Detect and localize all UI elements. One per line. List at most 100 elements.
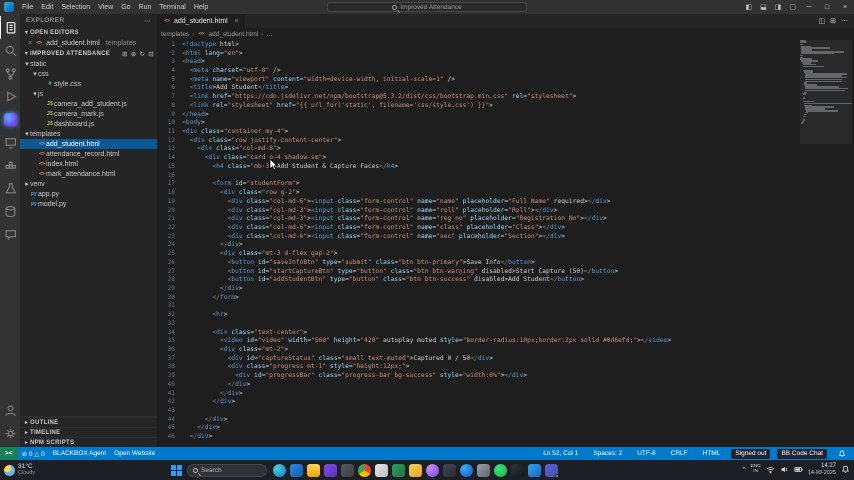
split-editor-icon[interactable]: ◫ bbox=[819, 17, 826, 25]
minimap-slider[interactable] bbox=[800, 40, 852, 144]
taskbar-app-calculator[interactable] bbox=[375, 464, 388, 477]
status-encoding[interactable]: UTF-8 bbox=[633, 447, 659, 460]
new-folder-icon[interactable]: ⊕ bbox=[131, 50, 137, 58]
collapse-all-icon[interactable]: ⊟ bbox=[148, 50, 154, 58]
toggle-secondary-sidebar-icon[interactable]: ◨ bbox=[771, 3, 786, 11]
new-file-icon[interactable]: ⊞ bbox=[122, 50, 128, 58]
taskbar-app-vscode[interactable] bbox=[528, 464, 541, 477]
menu-terminal[interactable]: Terminal bbox=[155, 4, 189, 11]
section-npm-scripts[interactable]: ▸NPM SCRIPTS bbox=[20, 437, 157, 447]
activity-docker[interactable] bbox=[0, 154, 20, 177]
taskbar-app-chrome[interactable] bbox=[358, 464, 371, 477]
menu-file[interactable]: File bbox=[18, 4, 37, 11]
taskbar-app-office-files[interactable] bbox=[409, 464, 422, 477]
tab-add-student-html[interactable]: <> add_student.html × bbox=[157, 14, 246, 28]
activity-settings[interactable] bbox=[0, 422, 20, 445]
code-editor[interactable]: 1<!doctype html>2<html lang="en">3<head>… bbox=[157, 40, 796, 447]
taskbar-app-file-explorer[interactable] bbox=[307, 464, 320, 477]
taskbar-app-snipping-tool[interactable] bbox=[443, 464, 456, 477]
battery-icon[interactable] bbox=[794, 465, 803, 474]
more-actions-icon[interactable]: ⋯ bbox=[841, 17, 848, 25]
breadcrumb-folder[interactable]: templates bbox=[161, 31, 189, 38]
status-bb-code-chat[interactable]: BB Code Chat bbox=[777, 449, 827, 459]
tree-item-index-html[interactable]: <>index.html bbox=[20, 159, 157, 169]
open-editor-item[interactable]: ×<>add_student.htmltemplates bbox=[20, 38, 157, 48]
activity-run-debug[interactable] bbox=[0, 85, 20, 108]
status-signed-out[interactable]: Signed out bbox=[731, 449, 770, 459]
taskbar-app-photos[interactable] bbox=[477, 464, 490, 477]
project-section[interactable]: ▾ IMPROVED ATTENDANCE ⊞⊕↻⊟ bbox=[20, 48, 157, 59]
tree-item-camera_mark-js[interactable]: JScamera_mark.js bbox=[20, 109, 157, 119]
activity-source-control[interactable] bbox=[0, 62, 20, 85]
menu-go[interactable]: Go bbox=[117, 4, 134, 11]
status-indentation[interactable]: Spaces: 2 bbox=[589, 447, 626, 460]
minimize-button[interactable]: ─ bbox=[800, 0, 818, 14]
tree-item-camera_add_student-js[interactable]: JScamera_add_student.js bbox=[20, 99, 157, 109]
tree-item-model-py[interactable]: pymodel.py bbox=[20, 199, 157, 209]
section-outline[interactable]: ▸OUTLINE bbox=[20, 417, 157, 427]
activity-chat[interactable] bbox=[0, 223, 20, 246]
open-preview-icon[interactable]: ⊞ bbox=[830, 17, 836, 25]
toggle-panel-icon[interactable]: ⬓ bbox=[756, 3, 771, 11]
tree-item-mark_attendance-html[interactable]: <>mark_attendance.html bbox=[20, 169, 157, 179]
taskbar-search[interactable]: Search bbox=[187, 464, 267, 477]
menu-edit[interactable]: Edit bbox=[37, 4, 57, 11]
status-cursor-position[interactable]: Ln 52, Col 1 bbox=[539, 447, 582, 460]
menu-run[interactable]: Run bbox=[135, 4, 156, 11]
language-switcher[interactable]: ENG IN bbox=[750, 465, 760, 475]
volume-icon[interactable] bbox=[780, 465, 789, 474]
activity-search[interactable] bbox=[0, 39, 20, 62]
taskbar-app-outlook[interactable] bbox=[290, 464, 303, 477]
maximize-button[interactable]: □ bbox=[818, 0, 836, 14]
activity-account[interactable] bbox=[0, 399, 20, 422]
refresh-icon[interactable]: ↻ bbox=[140, 50, 146, 58]
activity-remote-explorer[interactable] bbox=[0, 131, 20, 154]
tree-item-add_student-html[interactable]: <>add_student.html bbox=[20, 139, 157, 149]
tree-item-app-py[interactable]: pyapp.py bbox=[20, 189, 157, 199]
taskbar-app-copilot-app[interactable] bbox=[426, 464, 439, 477]
taskbar-app-terminal[interactable] bbox=[511, 464, 524, 477]
activity-testing[interactable] bbox=[0, 177, 20, 200]
activity-explorer[interactable] bbox=[0, 16, 20, 39]
taskbar-app-settings[interactable] bbox=[341, 464, 354, 477]
close-button[interactable]: × bbox=[836, 0, 854, 14]
wifi-icon[interactable] bbox=[766, 465, 775, 474]
minimap[interactable] bbox=[800, 40, 852, 447]
breadcrumb[interactable]: templates › <> add_student.html › … bbox=[157, 28, 854, 40]
breadcrumb-more[interactable]: … bbox=[266, 31, 273, 38]
start-button[interactable] bbox=[170, 464, 183, 477]
explorer-more-actions-icon[interactable]: ⋯ bbox=[144, 17, 151, 25]
taskbar-app-teams[interactable] bbox=[545, 464, 558, 477]
menu-selection[interactable]: Selection bbox=[57, 4, 94, 11]
menu-view[interactable]: View bbox=[94, 4, 117, 11]
close-icon[interactable]: × bbox=[28, 40, 32, 47]
toggle-sidebar-icon[interactable]: ◧ bbox=[742, 3, 757, 11]
weather-widget[interactable]: 31°C Cloudy bbox=[0, 464, 170, 476]
taskbar-app-edge[interactable] bbox=[460, 464, 473, 477]
status-problems[interactable]: ⊘ 0 △ 0 bbox=[18, 447, 49, 460]
status-remote-indicator[interactable]: >< bbox=[0, 447, 18, 460]
tray-overflow-icon[interactable]: ^ bbox=[743, 467, 746, 473]
menu-help[interactable]: Help bbox=[190, 4, 212, 11]
section-timeline[interactable]: ▸TIMELINE bbox=[20, 427, 157, 437]
tree-item-venv[interactable]: ▸venv bbox=[20, 179, 157, 189]
tree-item-static[interactable]: ▾static bbox=[20, 59, 157, 69]
tree-item-style-css[interactable]: #style.css bbox=[20, 79, 157, 89]
open-editors-section[interactable]: ▾ OPEN EDITORS bbox=[20, 27, 157, 38]
tab-close-icon[interactable]: × bbox=[235, 18, 239, 25]
tree-item-dashboard-js[interactable]: JSdashboard.js bbox=[20, 119, 157, 129]
status-blackbox[interactable]: BLACKBOX Agent bbox=[49, 447, 110, 460]
tree-item-templates[interactable]: ▾templates bbox=[20, 129, 157, 139]
command-center[interactable]: Improved Attendance bbox=[327, 2, 527, 12]
status-notifications[interactable] bbox=[834, 447, 850, 460]
breadcrumb-file[interactable]: add_student.html bbox=[208, 31, 258, 38]
notification-center[interactable] bbox=[841, 465, 850, 474]
taskbar-app-copilot[interactable] bbox=[273, 464, 286, 477]
status-open-website[interactable]: Open Website bbox=[110, 447, 159, 460]
tree-item-css[interactable]: ▾css bbox=[20, 69, 157, 79]
tree-item-attendance_record-html[interactable]: <>attendance_record.html bbox=[20, 149, 157, 159]
activity-blackbox-ai[interactable] bbox=[0, 108, 20, 131]
taskbar-app-whatsapp[interactable] bbox=[494, 464, 507, 477]
taskbar-app-excel[interactable] bbox=[392, 464, 405, 477]
status-language-mode[interactable]: HTML bbox=[699, 447, 725, 460]
